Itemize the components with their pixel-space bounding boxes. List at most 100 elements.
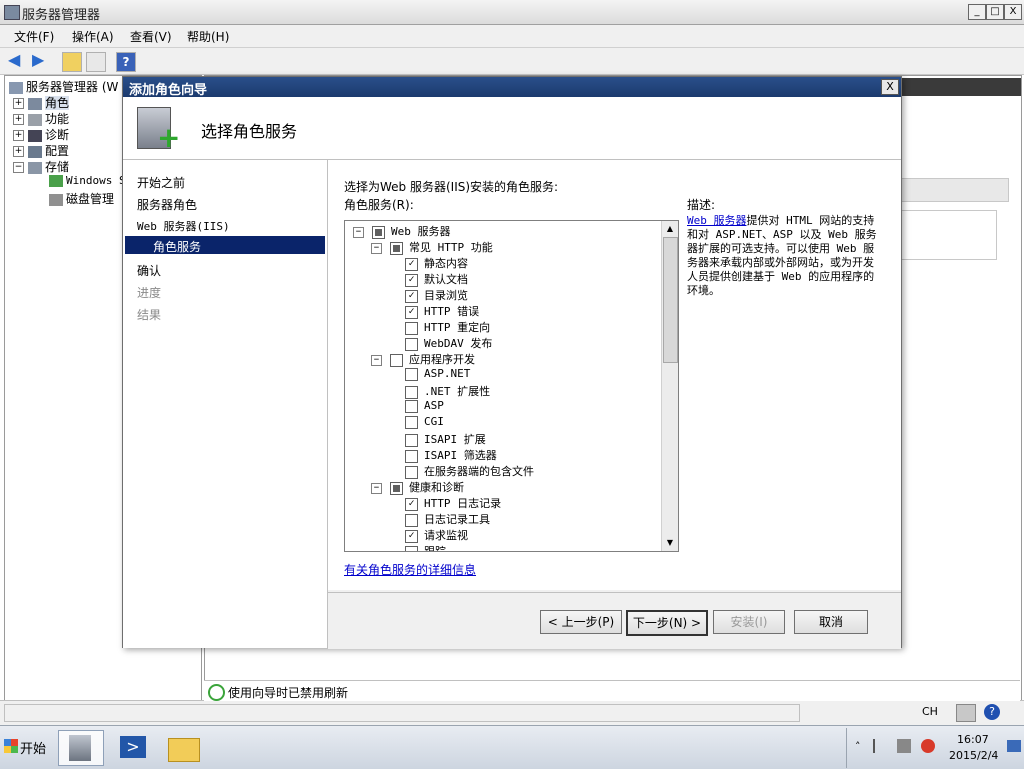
wizard-close-button[interactable]: X (881, 79, 899, 95)
expand-icon[interactable]: + (13, 146, 24, 157)
role-service-checkbox[interactable]: ✓ (405, 305, 418, 319)
role-service-item[interactable]: − 健康和诊断 (371, 479, 464, 495)
back-button[interactable]: < 上一步(P) (540, 610, 622, 634)
role-service-item[interactable]: ASP.NET (405, 367, 470, 383)
role-service-checkbox[interactable] (405, 367, 418, 381)
role-service-item[interactable]: ISAPI 扩展 (405, 431, 486, 447)
main-titlebar[interactable]: 服务器管理器 _ □ X (0, 0, 1024, 25)
role-service-item[interactable]: ✓ HTTP 错误 (405, 303, 479, 319)
minimize-button[interactable]: _ (968, 4, 986, 20)
role-service-item[interactable]: − 应用程序开发 (371, 351, 475, 367)
role-service-item[interactable]: ✓ 目录浏览 (405, 287, 468, 303)
role-service-checkbox[interactable] (405, 399, 418, 413)
role-service-item[interactable]: 跟踪 (405, 543, 446, 551)
role-service-item[interactable]: CGI (405, 415, 444, 431)
role-service-item[interactable]: − 常见 HTTP 功能 (371, 239, 493, 255)
taskbar-powershell[interactable]: > (112, 730, 156, 764)
close-button[interactable]: X (1004, 4, 1022, 20)
back-arrow-icon[interactable]: ◀ (8, 52, 26, 69)
role-service-checkbox[interactable]: ✓ (405, 529, 418, 543)
taskbar-server-manager[interactable] (58, 730, 104, 766)
web-server-link[interactable]: Web 服务器 (687, 214, 747, 227)
role-service-item[interactable]: HTTP 重定向 (405, 319, 490, 335)
role-service-checkbox[interactable] (405, 415, 418, 429)
language-indicator[interactable]: CH (922, 705, 938, 718)
clock-date[interactable]: 2015/2/4 (949, 749, 998, 762)
cancel-button[interactable]: 取消 (794, 610, 868, 634)
show-desktop-icon[interactable] (1007, 740, 1021, 752)
tree-item-disk-management[interactable]: 磁盘管理 (49, 190, 114, 206)
role-service-checkbox[interactable] (372, 225, 385, 239)
scroll-up-icon[interactable]: ▲ (664, 223, 676, 235)
forward-arrow-icon[interactable]: ▶ (32, 52, 50, 69)
tree-item-storage[interactable]: − 存储 (13, 158, 69, 174)
scroll-down-icon[interactable]: ▼ (664, 537, 676, 549)
tree-item-diagnostics[interactable]: + 诊断 (13, 126, 69, 142)
collapse-icon[interactable]: − (13, 162, 24, 173)
list-scrollbar[interactable]: ▲ ▼ (661, 221, 678, 551)
role-service-checkbox[interactable]: ✓ (405, 497, 418, 511)
role-service-checkbox[interactable]: ✓ (405, 289, 418, 303)
help-icon[interactable]: ? (116, 52, 136, 72)
role-service-item[interactable]: ✓ 默认文档 (405, 271, 468, 287)
show-hidden-icons-icon[interactable]: ˄ (855, 740, 861, 753)
role-service-item[interactable]: 在服务器端的包含文件 (405, 463, 534, 479)
start-button[interactable]: 开始 (2, 734, 52, 760)
menu-help[interactable]: 帮助(H) (187, 28, 229, 45)
maximize-button[interactable]: □ (986, 4, 1004, 20)
step-role-services[interactable]: 角色服务 (153, 238, 201, 255)
keyboard-icon[interactable] (956, 704, 976, 722)
role-service-item[interactable]: ASP (405, 399, 444, 415)
role-service-checkbox[interactable] (405, 337, 418, 351)
role-service-item[interactable]: ISAPI 筛选器 (405, 447, 497, 463)
menu-action[interactable]: 操作(A) (72, 28, 114, 45)
role-service-item[interactable]: WebDAV 发布 (405, 335, 492, 351)
volume-muted-icon[interactable] (921, 739, 935, 753)
tree-item-windows-backup[interactable]: Windows S (49, 174, 126, 190)
role-service-item[interactable]: .NET 扩展性 (405, 383, 490, 399)
show-hide-tree-icon[interactable] (86, 52, 106, 72)
up-folder-icon[interactable] (62, 52, 82, 72)
collapse-icon[interactable]: − (371, 482, 382, 494)
role-service-checkbox[interactable] (405, 513, 418, 527)
tree-item-configuration[interactable]: + 配置 (13, 142, 69, 158)
role-service-item[interactable]: ✓ 请求监视 (405, 527, 468, 543)
step-confirmation[interactable]: 确认 (137, 262, 161, 279)
role-service-item[interactable]: ✓ HTTP 日志记录 (405, 495, 501, 511)
clock-time[interactable]: 16:07 (957, 733, 989, 746)
scroll-thumb[interactable] (663, 237, 678, 363)
collapse-icon[interactable]: − (353, 226, 364, 238)
role-service-checkbox[interactable] (405, 449, 418, 463)
collapse-icon[interactable]: − (371, 242, 382, 254)
network-icon[interactable] (897, 739, 911, 753)
step-before-you-begin[interactable]: 开始之前 (137, 174, 185, 191)
role-service-item[interactable]: − Web 服务器 (353, 223, 451, 239)
more-info-link[interactable]: 有关角色服务的详细信息 (344, 561, 476, 578)
role-service-checkbox[interactable] (405, 321, 418, 335)
role-service-item[interactable]: 日志记录工具 (405, 511, 490, 527)
role-service-checkbox[interactable]: ✓ (405, 257, 418, 271)
role-service-checkbox[interactable] (390, 481, 403, 495)
role-service-checkbox[interactable] (390, 353, 403, 367)
expand-icon[interactable]: + (13, 114, 24, 125)
step-web-server-iis[interactable]: Web 服务器(IIS) (137, 218, 230, 234)
collapse-icon[interactable]: − (371, 354, 382, 366)
role-service-item[interactable]: ✓ 静态内容 (405, 255, 468, 271)
taskbar-explorer[interactable] (164, 730, 208, 764)
expand-icon[interactable]: + (13, 98, 24, 109)
wizard-titlebar[interactable]: 添加角色向导 X (123, 77, 901, 98)
menu-file[interactable]: 文件(F) (14, 28, 54, 45)
tree-item-roles[interactable]: + 角色 (13, 94, 70, 110)
tree-root[interactable]: 服务器管理器 (W (9, 78, 118, 94)
help-icon[interactable]: ? (984, 704, 1000, 720)
role-services-list[interactable]: − Web 服务器 − 常见 HTTP 功能 ✓ 静态内容 ✓ 默认文档 ✓ 目录浏览 ✓ HTTP … (344, 220, 679, 552)
tree-item-features[interactable]: + 功能 (13, 110, 69, 126)
role-service-checkbox[interactable] (405, 465, 418, 479)
role-service-checkbox[interactable] (405, 433, 418, 447)
menu-view[interactable]: 查看(V) (130, 28, 172, 45)
role-service-checkbox[interactable] (405, 545, 418, 551)
role-service-checkbox[interactable] (390, 241, 403, 255)
action-center-flag-icon[interactable] (873, 739, 889, 753)
next-button[interactable]: 下一步(N) > (626, 610, 708, 636)
role-service-checkbox[interactable]: ✓ (405, 273, 418, 287)
